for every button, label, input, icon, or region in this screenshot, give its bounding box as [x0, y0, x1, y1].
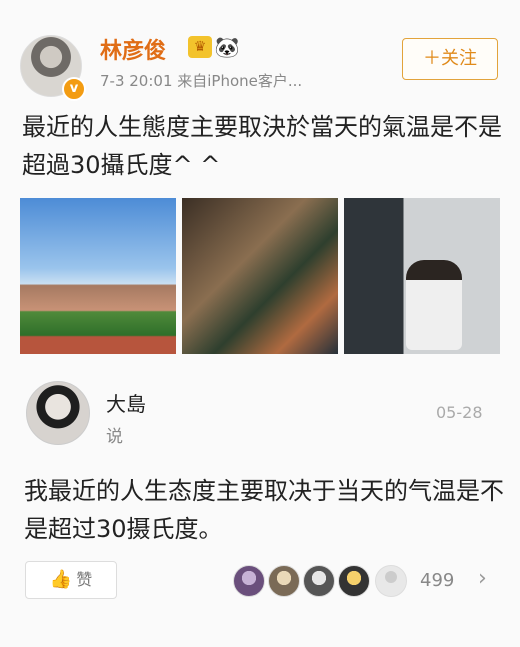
thumbs-up-icon: 👍 — [49, 569, 73, 590]
verified-badge-icon: v — [62, 77, 86, 101]
post-text: 最近的人生態度主要取決於當天的氣温是不是超過30攝氏度^ ^ — [22, 113, 502, 179]
liker-avatar[interactable] — [375, 565, 407, 597]
author-name[interactable]: 林彦俊 — [100, 33, 166, 65]
comment-action-label: 说 — [106, 427, 123, 447]
post-photo-bookstore[interactable] — [182, 198, 338, 354]
like-count[interactable]: 499 — [420, 570, 454, 591]
weibo-card: v 林彦俊 ♛ 🐼 7-3 20:01 来自iPhone客户... ＋关注 最近… — [0, 0, 520, 647]
panda-emoji-icon: 🐼 — [214, 35, 240, 59]
commenter-avatar[interactable] — [26, 381, 90, 445]
post-meta: 7-3 20:01 来自iPhone客户... — [100, 72, 303, 90]
liker-avatar[interactable] — [268, 565, 300, 597]
follow-button[interactable]: ＋关注 — [402, 38, 498, 80]
comment-date: 05-28 — [436, 403, 483, 422]
post-photo-campus[interactable] — [20, 198, 176, 354]
crown-badge-icon: ♛ — [188, 36, 212, 58]
like-label: 赞 — [76, 570, 93, 589]
like-button[interactable]: 👍 赞 — [25, 561, 117, 599]
liker-avatar[interactable] — [338, 565, 370, 597]
chevron-right-icon[interactable]: › — [478, 566, 487, 591]
post-photo-portrait[interactable] — [344, 198, 500, 354]
comment-text: 我最近的人生态度主要取决于当天的气温是不是超过30摄氏度。 — [24, 477, 504, 543]
liker-avatar[interactable] — [233, 565, 265, 597]
person-figure — [406, 260, 462, 350]
commenter-name[interactable]: 大島 — [106, 388, 146, 417]
liker-avatar[interactable] — [303, 565, 335, 597]
